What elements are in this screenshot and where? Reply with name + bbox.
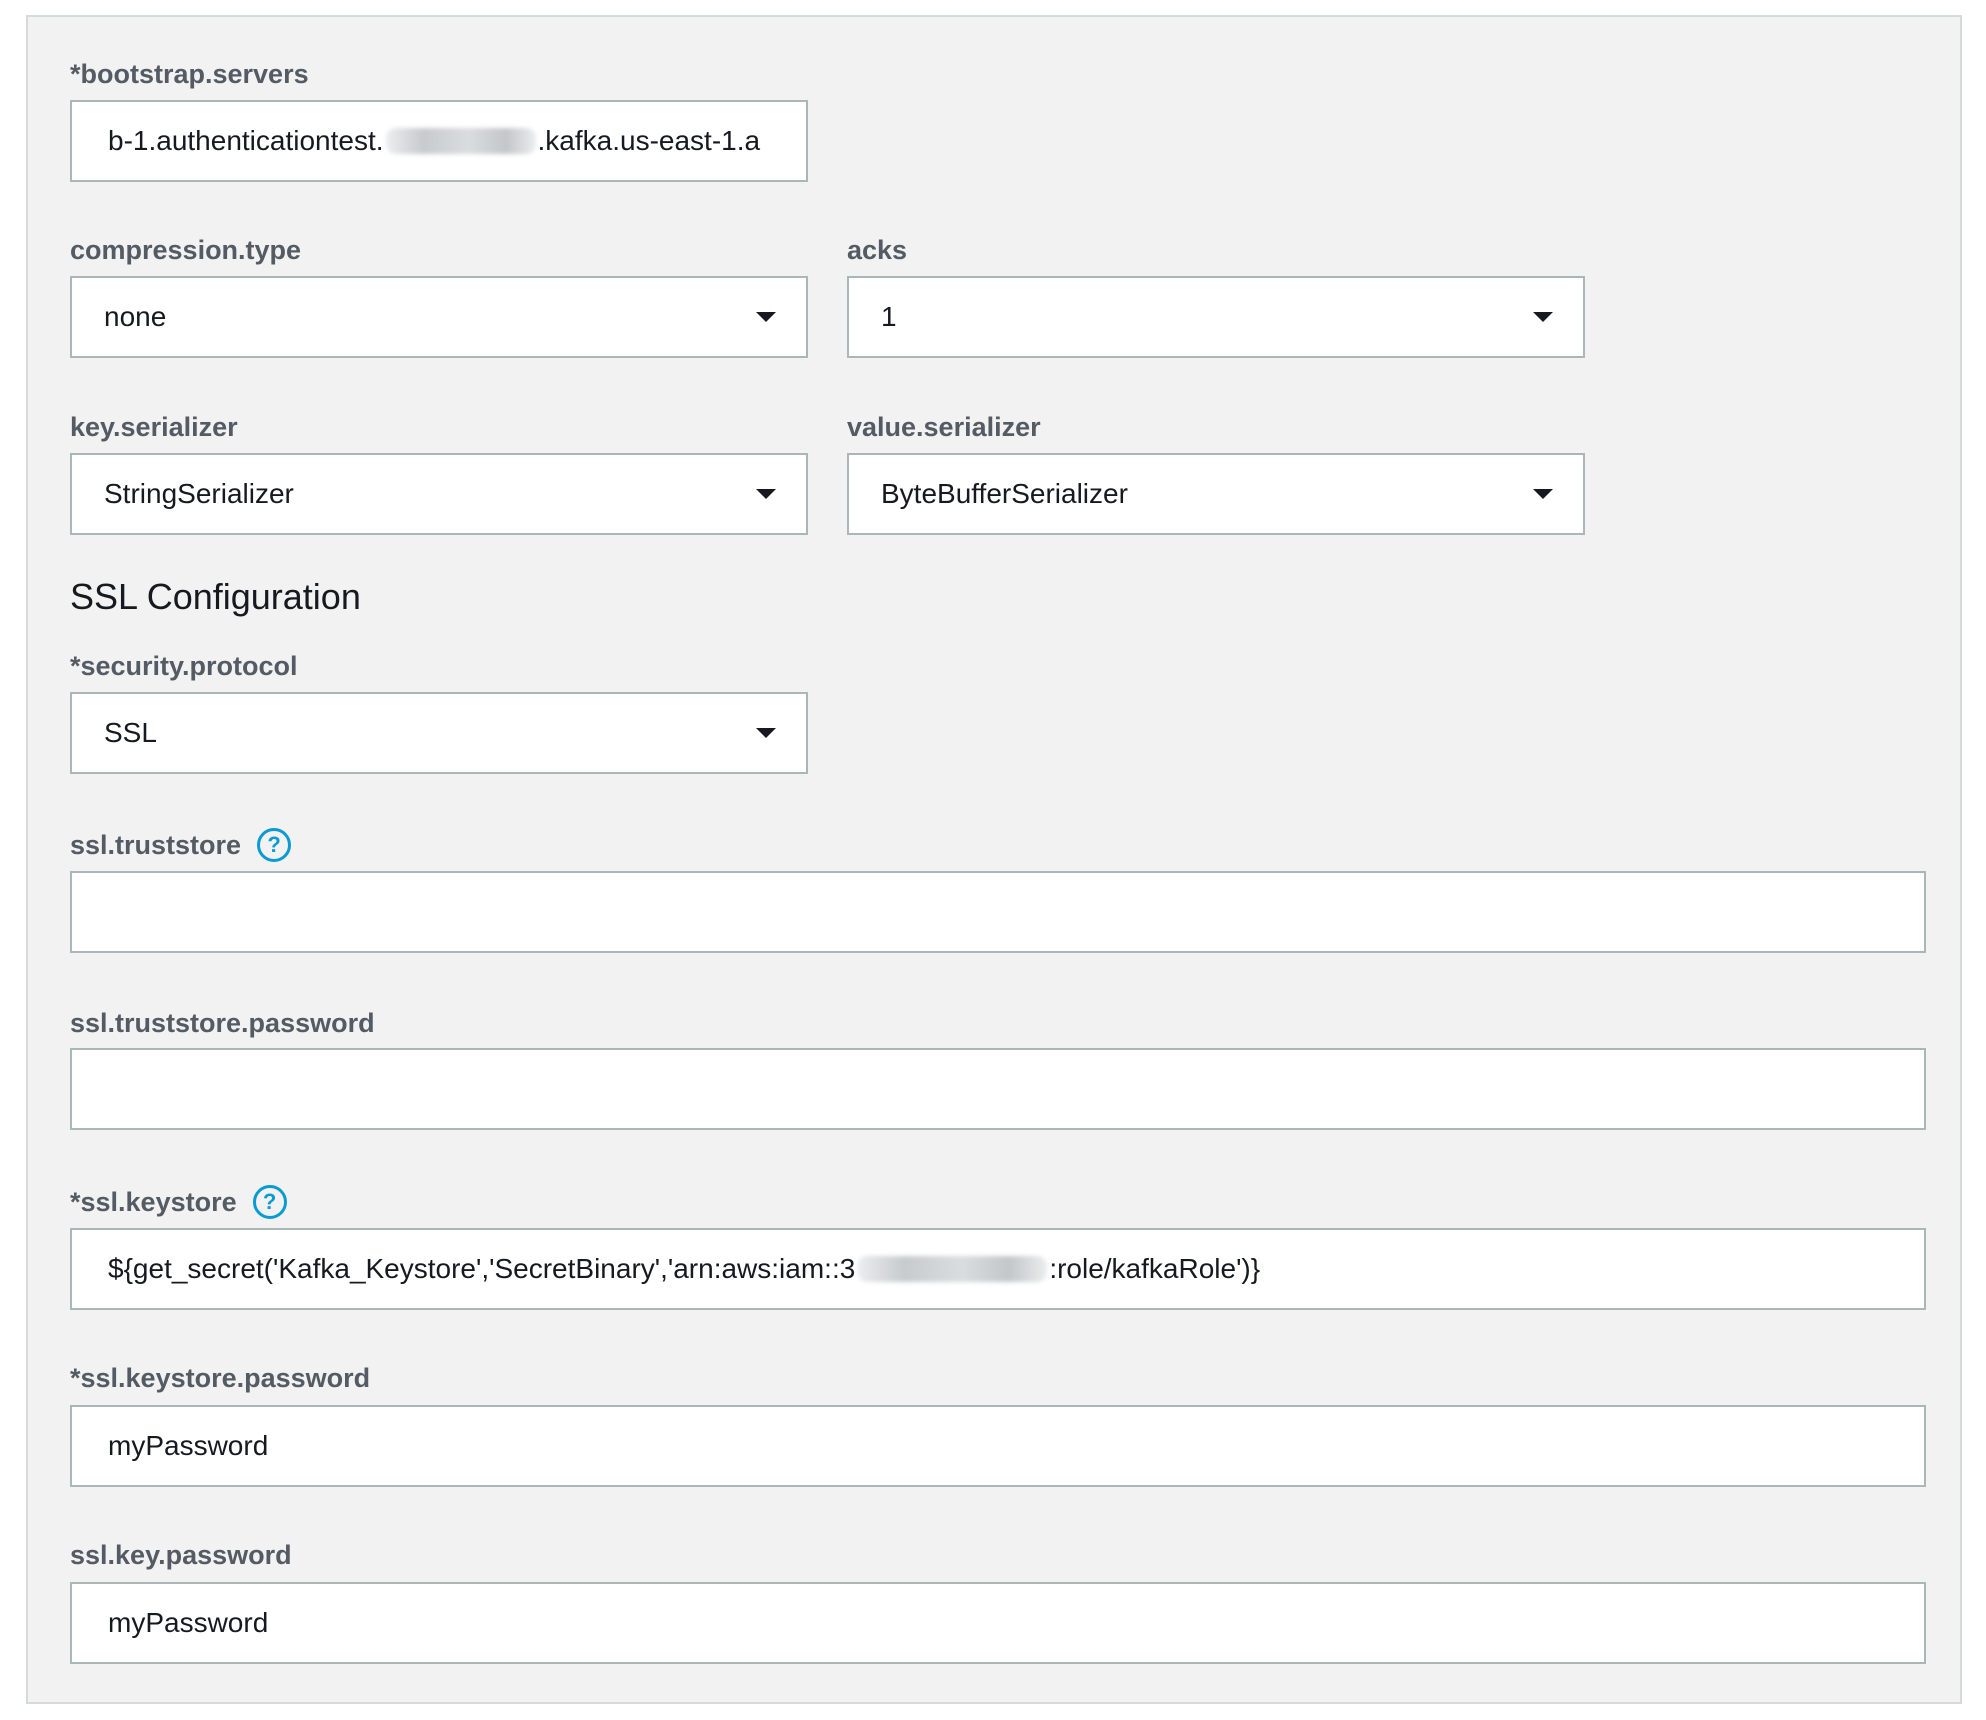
bootstrap-servers-value-prefix: b-1.authenticationtest. <box>108 125 384 156</box>
compression-type-select[interactable]: none <box>70 276 808 358</box>
value-serializer-value: ByteBufferSerializer <box>881 478 1128 509</box>
bootstrap-servers-label: *bootstrap.servers <box>70 59 309 89</box>
ssl-keystore-value-suffix: :role/kafkaRole')} <box>1049 1253 1261 1284</box>
caret-down-icon <box>756 728 776 738</box>
caret-down-icon <box>756 312 776 322</box>
ssl-keystore-password-input[interactable]: myPassword <box>70 1405 1926 1487</box>
ssl-configuration-heading: SSL Configuration <box>70 576 361 617</box>
value-serializer-label: value.serializer <box>847 412 1041 442</box>
ssl-truststore-password-input[interactable] <box>70 1048 1926 1130</box>
ssl-keystore-value-prefix: ${get_secret('Kafka_Keystore','SecretBin… <box>108 1253 856 1284</box>
ssl-key-password-input[interactable]: myPassword <box>70 1582 1926 1664</box>
question-circle-icon[interactable]: ? <box>257 828 292 862</box>
compression-type-value: none <box>104 301 167 332</box>
key-serializer-select[interactable]: StringSerializer <box>70 453 808 535</box>
value-serializer-select[interactable]: ByteBufferSerializer <box>847 453 1585 535</box>
ssl-keystore-password-label: *ssl.keystore.password <box>70 1363 371 1393</box>
redacted-cluster-id <box>385 128 536 154</box>
acks-value: 1 <box>881 301 897 332</box>
ssl-keystore-label: *ssl.keystore ? <box>70 1185 287 1219</box>
acks-select[interactable]: 1 <box>847 276 1585 358</box>
caret-down-icon <box>756 489 776 499</box>
redacted-account-id <box>857 1256 1048 1282</box>
bootstrap-servers-input[interactable]: b-1.authenticationtest. .kafka.us-east-1… <box>70 100 808 182</box>
configuration-panel: *bootstrap.servers b-1.authenticationtes… <box>26 15 1962 1704</box>
bootstrap-servers-value-suffix: .kafka.us-east-1.a <box>537 125 761 156</box>
ssl-truststore-input[interactable] <box>70 871 1926 953</box>
ssl-truststore-password-label: ssl.truststore.password <box>70 1008 375 1038</box>
caret-down-icon <box>1533 489 1553 499</box>
ssl-keystore-password-value: myPassword <box>108 1430 269 1461</box>
security-protocol-value: SSL <box>104 717 157 748</box>
key-serializer-value: StringSerializer <box>104 478 294 509</box>
security-protocol-label: *security.protocol <box>70 651 298 681</box>
ssl-truststore-label: ssl.truststore ? <box>70 828 292 862</box>
security-protocol-select[interactable]: SSL <box>70 692 808 774</box>
key-serializer-label: key.serializer <box>70 412 238 442</box>
question-circle-icon[interactable]: ? <box>252 1185 287 1219</box>
ssl-key-password-value: myPassword <box>108 1607 269 1638</box>
caret-down-icon <box>1533 312 1553 322</box>
ssl-key-password-label: ssl.key.password <box>70 1540 292 1570</box>
ssl-keystore-input[interactable]: ${get_secret('Kafka_Keystore','SecretBin… <box>70 1228 1926 1310</box>
acks-label: acks <box>847 235 908 265</box>
compression-type-label: compression.type <box>70 235 302 265</box>
